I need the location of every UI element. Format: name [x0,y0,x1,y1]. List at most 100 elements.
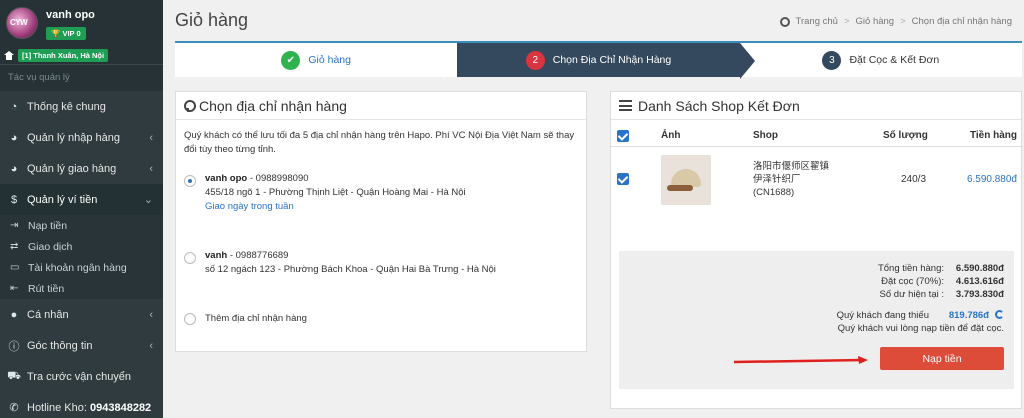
address-text: vanh - 0988776689 số 12 ngách 123 - Phườ… [205,249,496,277]
sidebar-subitem-label: Rút tiền [28,282,65,295]
sidebar-item-label: Cá nhân [27,308,69,321]
hotline-label: Hotline Kho: [27,401,87,414]
page-title: Giỏ hàng [175,10,249,30]
address-line: số 12 ngách 123 - Phường Bách Khoa - Quậ… [205,264,496,275]
col-amount: Tiền hàng [969,130,1017,141]
col-qty: Số lượng [883,130,928,141]
panel-header: Danh Sách Shop Kết Đơn [611,92,1021,120]
sidebar-subitem-transactions[interactable]: ⇄ Giao dịch [0,236,163,257]
sidebar-item-label: Tra cước vận chuyển [27,370,132,383]
address-radio[interactable] [184,252,196,264]
breadcrumb-cart[interactable]: Giỏ hàng [856,16,895,27]
summary-label: Đặt cọc (70%): [881,276,944,287]
step-cart[interactable]: ✔ Giỏ hàng [175,43,458,79]
chevron-down-icon: ⌄ [143,194,153,206]
owe-label: Quý khách đang thiếu [836,310,929,321]
address-note: Quý khách có thể lưu tối đa 5 địa chỉ nh… [184,130,575,155]
address-radio[interactable] [184,175,196,187]
select-all-checkbox[interactable] [617,130,629,142]
sidebar-item-dashboard[interactable]: ◔ Thống kê chung [0,91,163,122]
sidebar-item-label: Quản lý giao hàng [27,162,117,175]
shop-name-line: 伊泽针织厂 [753,174,801,185]
summary-value: 4.613.616đ [955,276,1004,287]
sign-in-icon: ⇥ [10,220,19,231]
address-radio[interactable] [184,313,196,325]
sidebar-item-delivery[interactable]: ◕ Quản lý giao hàng ‹ [0,153,163,184]
sidebar-item-label: Quản lý ví tiền [27,193,98,206]
summary-total: Tổng tiền hàng: 6.590.880đ [878,263,1004,274]
step-label: Đặt Cọc & Kết Đơn [849,54,940,66]
username: vanh opo [46,9,95,21]
order-summary: Tổng tiền hàng: 6.590.880đ Đặt cọc (70%)… [619,251,1014,389]
step-address: 2 Chọn Địa Chỉ Nhận Hàng [457,43,756,79]
credit-card-icon: ▭ [10,262,20,273]
truck-icon: ⛟ [7,369,21,382]
sidebar-item-personal[interactable]: ● Cá nhân ‹ [0,299,163,330]
summary-label: Số dư hiện tại : [879,289,944,300]
sidebar-item-label: Thống kê chung [27,100,106,113]
breadcrumb: Trang chủ > Giỏ hàng > Chọn địa chỉ nhận… [779,16,1012,27]
add-address-option[interactable]: Thêm địa chỉ nhận hàng [184,310,307,326]
address-phone: - 0988776689 [227,250,289,261]
dashboard-icon: ◔ [10,100,18,113]
avatar[interactable] [6,7,38,39]
summary-owe: Quý khách đang thiếu 819.786đ [837,310,1004,321]
summary-value: 3.793.830đ [955,289,1004,300]
location-row: [1] Thanh Xuân, Hà Nội [4,49,109,62]
shop-code: (CN1688) [753,187,795,198]
hotline: ✆ Hotline Kho: 0943848282 [0,392,163,418]
address-option[interactable]: vanh - 0988776689 số 12 ngách 123 - Phườ… [184,249,496,277]
sidebar-subitem-label: Tài khoản ngân hàng [28,261,127,274]
sidebar-subitem-topup[interactable]: ⇥ Nạp tiền [0,215,163,236]
home-icon [4,51,14,60]
step-deposit: 3 Đặt Cọc & Kết Đơn [740,43,1022,77]
info-icon: ⓘ [8,340,20,353]
address-text: vanh opo - 0988998090 455/18 ngõ 1 - Phư… [205,172,466,214]
list-icon [619,100,632,111]
shop-name: 洛阳市偃师区翟镇 伊泽针织厂 (CN1688) [753,160,829,199]
shop-name-line: 洛阳市偃师区翟镇 [753,161,830,172]
phone-icon: ✆ [9,402,19,414]
breadcrumb-separator: > [900,16,906,27]
sign-out-icon: ⇤ [10,283,19,294]
summary-value: 6.590.880đ [955,263,1004,274]
refresh-icon[interactable] [995,310,1004,319]
step-label: Giỏ hàng [308,54,351,66]
col-shop: Shop [753,130,778,141]
sidebar-subitem-bank[interactable]: ▭ Tài khoản ngân hàng [0,257,163,278]
row-checkbox[interactable] [617,173,629,185]
sidebar-search[interactable]: Tác vụ quản lý [0,64,163,91]
sidebar-item-wallet[interactable]: $ Quản lý ví tiền ⌄ [0,184,163,215]
breadcrumb-home[interactable]: Trang chủ [796,16,838,27]
pie-icon: ◕ [10,162,18,175]
sidebar-item-shipping-rate[interactable]: ⛟ Tra cước vận chuyển [0,361,163,392]
address-option[interactable]: vanh opo - 0988998090 455/18 ngõ 1 - Phư… [184,172,466,214]
dashboard-icon [779,16,790,27]
dollar-icon: $ [10,193,18,206]
table-header: Ảnh Shop Số lượng Tiền hàng [611,125,1023,147]
sidebar: vanh opo 🏆 VIP 0 [1] Thanh Xuân, Hà Nội … [0,0,163,418]
address-name: vanh [205,250,228,261]
vip-label: VIP 0 [62,29,81,38]
user-icon: ● [10,308,18,321]
sidebar-subitem-withdraw[interactable]: ⇤ Rút tiền [0,278,163,299]
topup-note: Quý khách vui lòng nạp tiền để đặt cọc. [837,323,1004,334]
location-badge: [1] Thanh Xuân, Hà Nội [18,49,109,62]
pie-icon: ◕ [10,131,18,144]
topup-button[interactable]: Nạp tiền [880,347,1004,370]
chevron-left-icon: ‹ [149,308,153,321]
address-panel: Chọn địa chỉ nhận hàng Quý khách có thể … [175,91,587,352]
map-marker-icon [184,99,196,112]
amount: 6.590.880đ [966,174,1017,185]
summary-balance: Số dư hiện tại : 3.793.830đ [880,289,1004,300]
sidebar-item-import[interactable]: ◕ Quản lý nhập hàng ‹ [0,122,163,153]
exchange-icon: ⇄ [10,241,19,252]
chevron-left-icon: ‹ [149,162,153,175]
sidebar-item-info[interactable]: ⓘ Góc thông tin ‹ [0,330,163,361]
sidebar-item-label: Góc thông tin [27,339,93,352]
vip-badge: 🏆 VIP 0 [46,27,86,40]
sidebar-item-label: Quản lý nhập hàng [27,131,120,144]
breadcrumb-current: Chọn địa chỉ nhận hàng [911,16,1012,27]
product-image [661,155,711,205]
quantity: 240/3 [901,174,927,185]
